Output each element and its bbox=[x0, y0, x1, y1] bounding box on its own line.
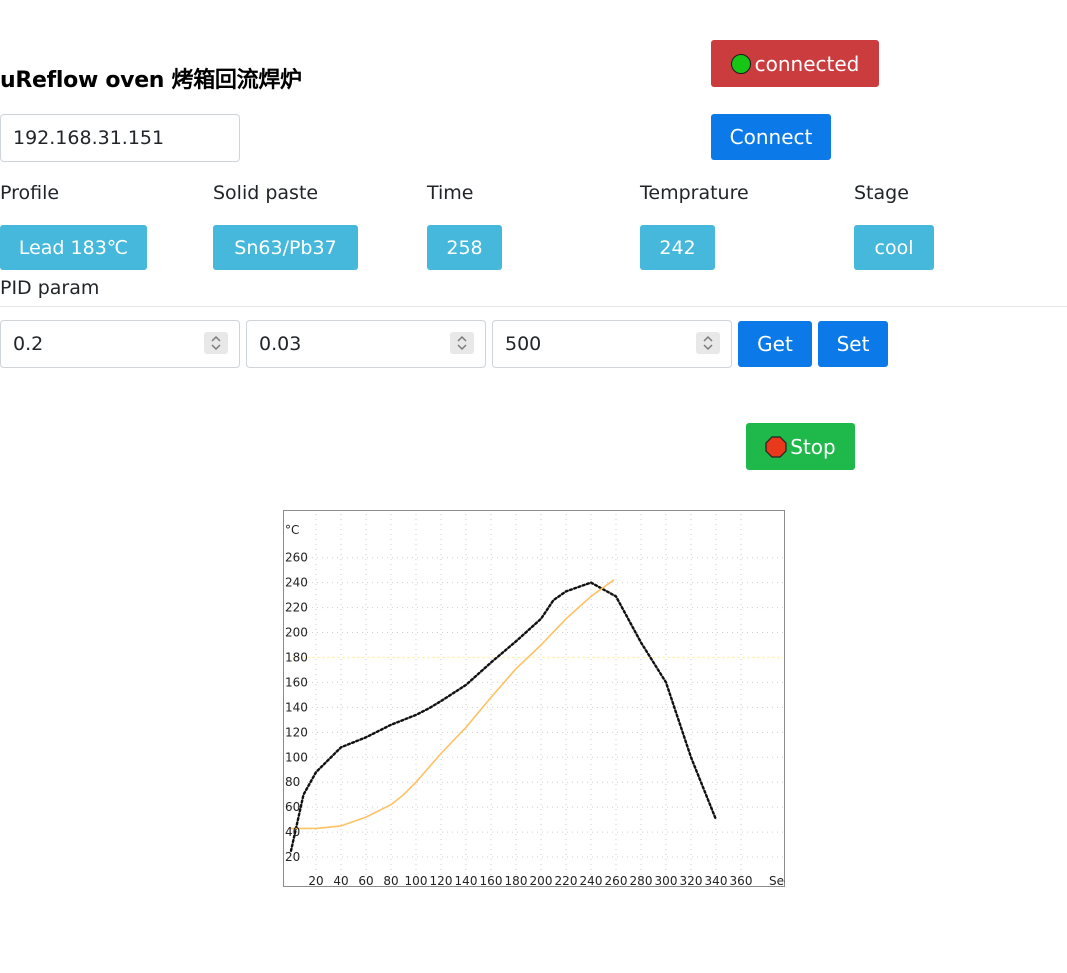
x-tick-label: 340 bbox=[705, 874, 728, 887]
x-tick-label: 160 bbox=[480, 874, 503, 887]
x-tick-label: 300 bbox=[655, 874, 678, 887]
x-tick-label: 20 bbox=[308, 874, 323, 887]
x-tick-label: 320 bbox=[680, 874, 703, 887]
y-tick-label: 180 bbox=[285, 650, 308, 664]
x-tick-label: 40 bbox=[333, 874, 348, 887]
label-temperature: Temprature bbox=[640, 182, 749, 204]
y-tick-label: 140 bbox=[285, 700, 308, 714]
profile-badge: Lead 183℃ bbox=[0, 225, 147, 270]
connect-button[interactable]: Connect bbox=[711, 114, 831, 160]
y-tick-label: 160 bbox=[285, 675, 308, 689]
stage-badge: cool bbox=[854, 225, 934, 270]
spinner-icon[interactable] bbox=[450, 332, 474, 354]
pid-set-button[interactable]: Set bbox=[818, 321, 888, 367]
chart-canvas: 20406080100120140160180200220240260°C20 4… bbox=[283, 510, 791, 888]
y-tick-label: 200 bbox=[285, 626, 308, 640]
status-dot-icon bbox=[730, 53, 751, 74]
pid-ki-field bbox=[246, 320, 486, 368]
reflow-chart: 20 40 60 80 100 120 140 160 180 200 220 240 260 °C 20 4… bbox=[283, 510, 791, 888]
y-tick-label: 40 bbox=[285, 825, 300, 839]
connection-status-button[interactable]: connected bbox=[711, 40, 879, 87]
stop-label: Stop bbox=[790, 434, 836, 459]
label-solid-paste: Solid paste bbox=[213, 182, 319, 204]
solid-paste-badge: Sn63/Pb37 bbox=[213, 225, 358, 270]
y-tick-label: 80 bbox=[285, 775, 300, 789]
y-tick-label: 100 bbox=[285, 750, 308, 764]
pid-param-label: PID param bbox=[0, 277, 100, 299]
x-tick-label: 360 bbox=[730, 874, 753, 887]
x-tick-label: 200 bbox=[530, 874, 553, 887]
x-tick-label: 280 bbox=[630, 874, 653, 887]
divider bbox=[0, 306, 1067, 307]
temperature-badge: 242 bbox=[640, 225, 715, 270]
pid-kd-field bbox=[492, 320, 732, 368]
time-badge: 258 bbox=[427, 225, 502, 270]
y-tick-label: 260 bbox=[285, 551, 308, 565]
pid-kp-field bbox=[0, 320, 240, 368]
x-tick-label: 240 bbox=[580, 874, 603, 887]
x-tick-label: 260 bbox=[605, 874, 628, 887]
pid-get-button[interactable]: Get bbox=[738, 321, 812, 367]
x-tick-label: 120 bbox=[430, 874, 453, 887]
x-tick-label: 100 bbox=[405, 874, 428, 887]
y-tick-label: 220 bbox=[285, 601, 308, 615]
connection-status-label: connected bbox=[754, 51, 860, 76]
y-tick-label: 20 bbox=[285, 850, 300, 864]
page-title: uReflow oven 烤箱回流焊炉 bbox=[0, 68, 302, 93]
chart-frame bbox=[283, 510, 785, 887]
x-unit-label: Sec bbox=[769, 874, 785, 887]
ip-address-input[interactable] bbox=[0, 114, 240, 162]
stop-button[interactable]: Stop bbox=[746, 423, 855, 470]
y-tick-label: 120 bbox=[285, 725, 308, 739]
x-tick-label: 60 bbox=[358, 874, 373, 887]
y-tick-label: 240 bbox=[285, 576, 308, 590]
stop-sign-icon bbox=[765, 435, 787, 458]
x-tick-label: 140 bbox=[455, 874, 478, 887]
spinner-icon[interactable] bbox=[696, 332, 720, 354]
label-stage: Stage bbox=[854, 182, 909, 204]
x-tick-label: 80 bbox=[383, 874, 398, 887]
label-time: Time bbox=[427, 182, 474, 204]
label-profile: Profile bbox=[0, 182, 60, 204]
x-tick-label: 220 bbox=[555, 874, 578, 887]
y-tick-label: 60 bbox=[285, 800, 300, 814]
x-tick-label: 180 bbox=[505, 874, 528, 887]
spinner-icon[interactable] bbox=[204, 332, 228, 354]
y-unit-label: °C bbox=[285, 523, 299, 537]
